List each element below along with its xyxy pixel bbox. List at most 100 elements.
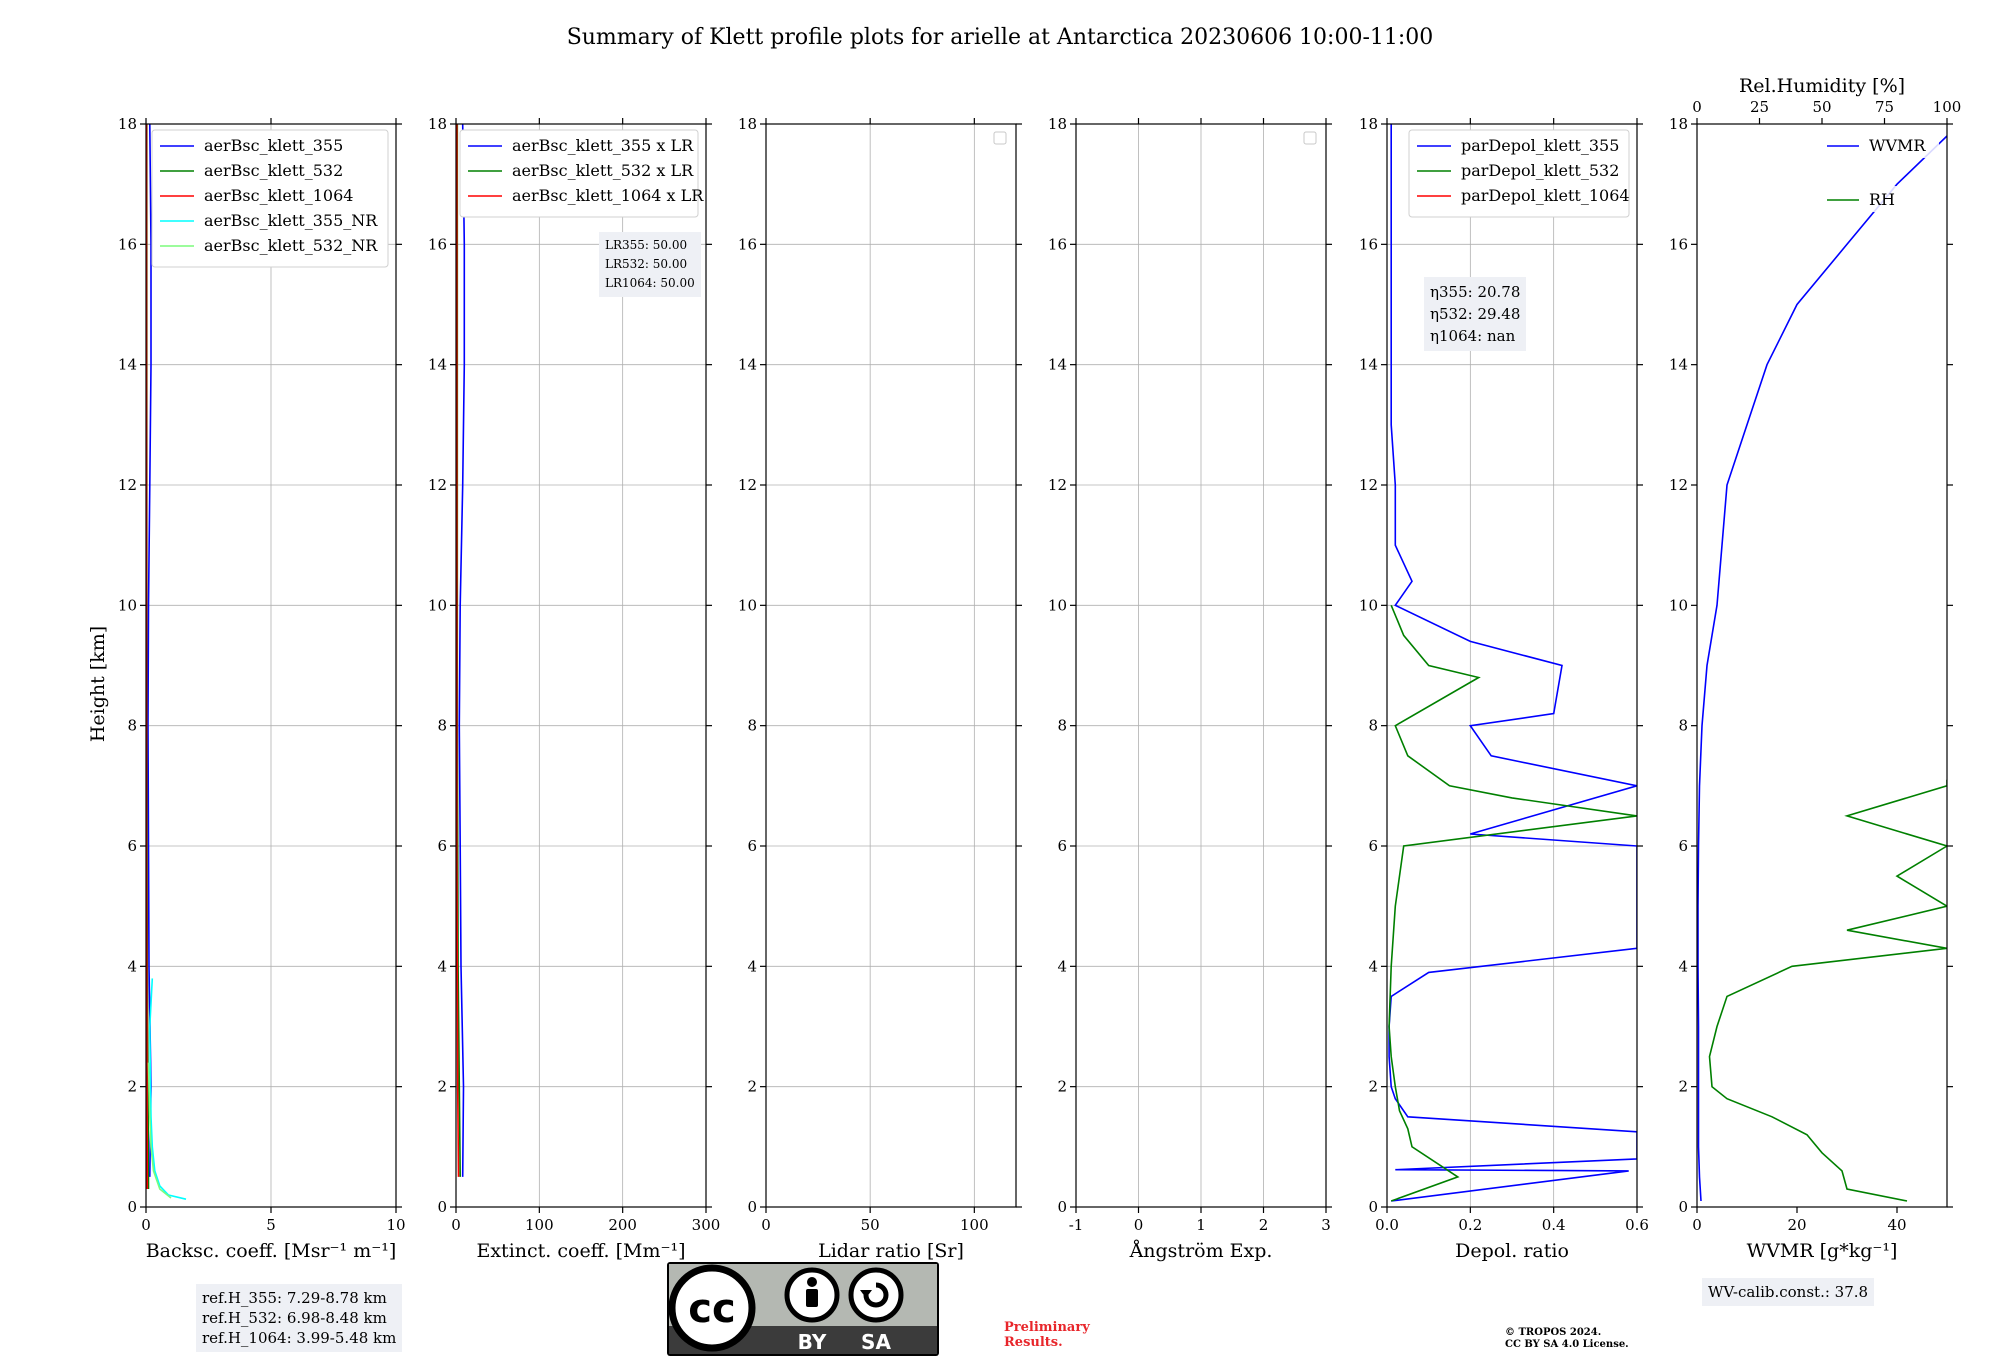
sa-label: SA xyxy=(861,1330,891,1354)
reference-height-box: ref.H_355: 7.29-8.78 km ref.H_532: 6.98-8… xyxy=(196,1284,403,1352)
y-tick-label: 18 xyxy=(1359,115,1378,133)
y-tick-label: 0 xyxy=(1678,1198,1688,1216)
top-tick-label: 50 xyxy=(1812,98,1831,116)
y-tick-label: 10 xyxy=(738,596,757,614)
y-tick-label: 2 xyxy=(1678,1078,1688,1096)
legend-entry-parDepol_klett_355: parDepol_klett_355 xyxy=(1461,136,1619,155)
panel-backscatter: 0 5 10 0 2 4 6 8 10 12 14 16 18 Backsc. coeff. [Msr⁻¹… xyxy=(118,115,406,1262)
legend-entry-aerBsc_klett_355: aerBsc_klett_355 xyxy=(204,136,343,155)
x-tick-label: -1 xyxy=(1069,1216,1084,1234)
figure: Summary of Klett profile plots for ariel… xyxy=(87,25,1961,1262)
series-line-aerBsc_klett_355_NR xyxy=(148,978,187,1200)
annotation-line: WV-calib.const.: 37.8 xyxy=(1708,1283,1869,1301)
y-tick-label: 0 xyxy=(127,1198,137,1216)
y-tick-label: 10 xyxy=(1669,596,1688,614)
y-tick-label: 8 xyxy=(1678,717,1688,735)
x-axis-label: WVMR [g*kg⁻¹] xyxy=(1747,1240,1898,1262)
y-tick-label: 6 xyxy=(1368,837,1378,855)
legend-entry-WVMR: WVMR xyxy=(1869,136,1926,155)
y-tick-label: 4 xyxy=(437,957,447,975)
y-tick-label: 6 xyxy=(127,837,137,855)
by-label: BY xyxy=(798,1330,827,1354)
y-tick-label: 12 xyxy=(738,476,757,494)
annotation-line: ref.H_532: 6.98-8.48 km xyxy=(202,1309,387,1327)
x-tick-label: 5 xyxy=(266,1216,276,1234)
y-tick-label: 14 xyxy=(738,356,757,374)
wv-calib-box: WV-calib.const.: 37.8 xyxy=(1702,1278,1875,1306)
top-axis-label: Rel.Humidity [%] xyxy=(1739,75,1905,97)
panel-wvmr: 0 20 40 0 2 4 6 8 10 12 14 16 18 WVMR [g*kg⁻¹] 0 25 50 75… xyxy=(1669,75,1961,1262)
y-tick-label: 10 xyxy=(118,596,137,614)
annotation-line: ref.H_1064: 3.99-5.48 km xyxy=(202,1329,397,1347)
x-axis-label: Ångström Exp. xyxy=(1129,1240,1273,1262)
eta-box: η355: 20.78 η532: 29.48 η1064: nan xyxy=(1424,277,1527,351)
y-tick-label: 12 xyxy=(1048,476,1067,494)
y-tick-label: 2 xyxy=(1368,1078,1378,1096)
x-tick-label: 300 xyxy=(692,1216,721,1234)
panel-angstrom: -1 0 1 2 3024681012141618Ångström Exp. xyxy=(1048,115,1332,1262)
y-tick-label: 10 xyxy=(428,596,447,614)
legend-entry-aerBsc_klett_532: aerBsc_klett_532 xyxy=(204,161,343,180)
x-tick-label: 200 xyxy=(608,1216,637,1234)
y-tick-label: 14 xyxy=(1048,356,1067,374)
panels-group: 0 5 10024681012141618Backsc. coeff. [Msr⁻¹… xyxy=(118,75,1961,1262)
y-tick-label: 8 xyxy=(437,717,447,735)
top-tick-label: 75 xyxy=(1875,98,1894,116)
x-tick-label: 0.0 xyxy=(1375,1216,1399,1234)
y-tick-label: 8 xyxy=(1057,717,1067,735)
empty-legend-box xyxy=(1303,131,1317,145)
empty-legend-box xyxy=(993,131,1007,145)
copyright-note: © TROPOS 2024. CC BY SA 4.0 License. xyxy=(1505,1327,1629,1350)
preliminary-note: Preliminary Results. xyxy=(1004,1320,1090,1350)
y-tick-label: 18 xyxy=(738,115,757,133)
legend-entry-parDepol_klett_532: parDepol_klett_532 xyxy=(1461,161,1619,180)
x-tick-label: 3 xyxy=(1321,1216,1331,1234)
x-axis-label: Extinct. coeff. [Mm⁻¹] xyxy=(476,1240,685,1262)
legend-entry-aerBsc_klett_1064 x LR: aerBsc_klett_1064 x LR xyxy=(512,186,704,205)
top-tick-label: 100 xyxy=(1933,98,1962,116)
y-tick-label: 12 xyxy=(428,476,447,494)
series-line-WVMR xyxy=(1697,135,1947,1202)
series-line-parDepol_klett_532 xyxy=(1388,604,1637,1202)
x-axis-label: Lidar ratio [Sr] xyxy=(818,1240,964,1262)
y-tick-label: 2 xyxy=(437,1078,447,1096)
axes-frame xyxy=(765,123,1017,1208)
x-tick-label: 20 xyxy=(1787,1216,1806,1234)
figure-title: Summary of Klett profile plots for ariel… xyxy=(567,25,1434,50)
x-tick-label: 0 xyxy=(1134,1216,1144,1234)
y-tick-label: 6 xyxy=(1057,837,1067,855)
y-tick-label: 16 xyxy=(1669,235,1688,253)
y-tick-label: 16 xyxy=(1048,235,1067,253)
annotation-line: ref.H_355: 7.29-8.78 km xyxy=(202,1289,387,1307)
y-tick-label: 0 xyxy=(1368,1198,1378,1216)
y-tick-label: 12 xyxy=(1359,476,1378,494)
legend-entry-aerBsc_klett_355 x LR: aerBsc_klett_355 x LR xyxy=(512,136,694,155)
y-tick-label: 14 xyxy=(118,356,137,374)
y-tick-label: 16 xyxy=(428,235,447,253)
x-tick-label: 0.4 xyxy=(1542,1216,1566,1234)
annotation-line: η355: 20.78 xyxy=(1430,283,1521,301)
y-tick-label: 4 xyxy=(747,957,757,975)
y-axis-label: Height [km] xyxy=(87,626,109,742)
annotation-line: LR532: 50.00 xyxy=(605,257,688,271)
y-tick-label: 14 xyxy=(1359,356,1378,374)
y-tick-label: 0 xyxy=(1057,1198,1067,1216)
y-tick-label: 14 xyxy=(1669,356,1688,374)
person-head xyxy=(807,1277,817,1287)
y-tick-label: 16 xyxy=(738,235,757,253)
y-tick-label: 12 xyxy=(1669,476,1688,494)
y-tick-label: 18 xyxy=(1048,115,1067,133)
y-tick-label: 12 xyxy=(118,476,137,494)
legend-entry-aerBsc_klett_532 x LR: aerBsc_klett_532 x LR xyxy=(512,161,694,180)
y-tick-label: 6 xyxy=(747,837,757,855)
y-tick-label: 6 xyxy=(1678,837,1688,855)
x-tick-label: 0 xyxy=(451,1216,461,1234)
x-tick-label: 10 xyxy=(386,1216,405,1234)
x-axis-label: Depol. ratio xyxy=(1455,1240,1569,1262)
y-tick-label: 0 xyxy=(747,1198,757,1216)
y-tick-label: 14 xyxy=(428,356,447,374)
top-tick-label: 25 xyxy=(1750,98,1769,116)
panel-lidar-ratio: 0 50 100 0 2 4 6 8 10 12 14 16 18 Lidar ratio [Sr] xyxy=(738,115,1022,1262)
y-tick-label: 6 xyxy=(437,837,447,855)
x-tick-label: 100 xyxy=(960,1216,989,1234)
